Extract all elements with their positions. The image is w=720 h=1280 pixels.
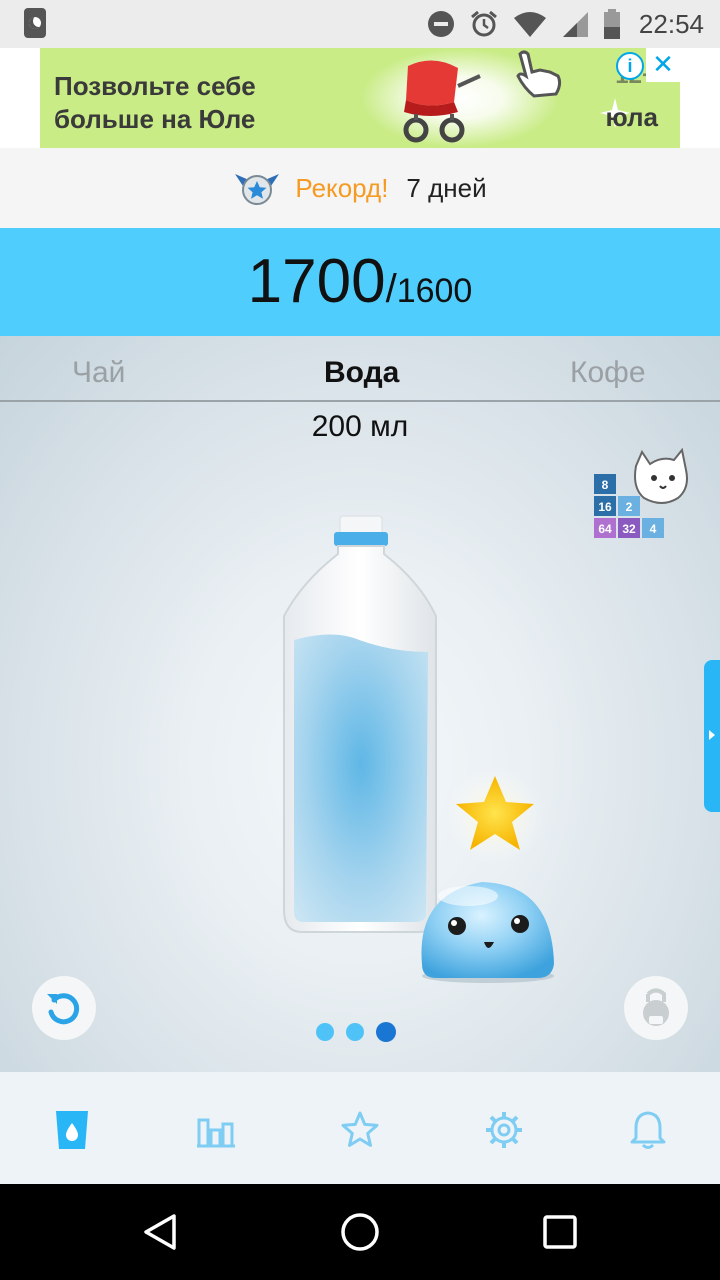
clock: 22:54 — [638, 8, 704, 39]
page-dot[interactable] — [316, 1023, 334, 1041]
bell-icon — [630, 1111, 666, 1149]
ad-line-1: Позвольте себе — [54, 71, 256, 101]
page-dot-active[interactable] — [376, 1022, 396, 1042]
record-days: 7 дней — [406, 172, 487, 203]
status-icons: 22:54 — [427, 0, 704, 48]
intake-counter: 1700 / 1600 — [0, 228, 720, 336]
side-drawer-handle[interactable] — [704, 660, 720, 812]
drink-area: Чай Вода Кофе 200 мл 8 16 2 64 32 4 — [0, 336, 720, 1072]
game-2048-cat-icon[interactable]: 8 16 2 64 32 4 — [592, 448, 688, 544]
cup-icon — [56, 1111, 88, 1149]
undo-icon — [47, 993, 80, 1025]
kettlebell-icon — [643, 988, 669, 1026]
nav-cup-button[interactable] — [50, 1108, 94, 1152]
wifi-icon — [513, 12, 546, 37]
signal-icon — [562, 12, 588, 37]
intake-separator: / — [385, 267, 397, 311]
intake-goal: 1600 — [396, 272, 473, 310]
tile-4: 4 — [650, 522, 657, 536]
tab-coffee[interactable]: Кофе — [570, 356, 646, 390]
bottom-nav — [0, 1072, 720, 1184]
page-indicator — [316, 1022, 396, 1042]
drink-volume: 200 мл — [311, 410, 409, 443]
winged-star-badge-icon — [235, 174, 280, 205]
tile-64: 64 — [598, 522, 612, 536]
record-row: Рекорд! 7 дней — [0, 148, 720, 228]
pointer-hand-icon — [516, 50, 562, 98]
water-drop-mascot-icon — [421, 882, 554, 983]
back-icon — [144, 1214, 176, 1250]
home-button[interactable] — [336, 1208, 384, 1256]
drink-tabs: Чай Вода Кофе — [0, 336, 720, 402]
status-bar: 22:54 — [0, 0, 720, 48]
tile-8: 8 — [602, 478, 609, 492]
tab-water[interactable]: Вода — [324, 356, 399, 390]
ad-brand: юла — [605, 102, 658, 132]
ad-headline: Позвольте себе больше на Юле — [54, 70, 256, 136]
back-button[interactable] — [136, 1208, 184, 1256]
weight-button[interactable] — [624, 976, 688, 1040]
page-dot[interactable] — [346, 1023, 364, 1041]
nav-achievements-button[interactable] — [338, 1108, 382, 1152]
star-icon — [445, 766, 545, 866]
nav-settings-button[interactable] — [482, 1108, 526, 1152]
ad-banner[interactable]: Позвольте себе больше на Юле 12+ юла i ✕ — [40, 48, 680, 148]
system-navigation-bar — [0, 1184, 720, 1280]
star-icon — [341, 1111, 379, 1147]
intake-total: 1700 — [247, 247, 386, 316]
tab-tea[interactable]: Чай — [72, 356, 125, 390]
tile-2: 2 — [626, 500, 633, 514]
tile-32: 32 — [622, 522, 636, 536]
stats-icon — [197, 1118, 235, 1148]
ad-close-button[interactable]: ✕ — [646, 48, 680, 82]
home-icon — [341, 1213, 379, 1251]
battery-icon — [603, 9, 620, 39]
recents-icon — [543, 1215, 577, 1249]
do-not-disturb-icon — [427, 11, 454, 37]
undo-button[interactable] — [32, 976, 96, 1040]
ad-line-2: больше на Юле — [54, 104, 256, 134]
tile-16: 16 — [598, 500, 612, 514]
nav-reminders-button[interactable] — [626, 1108, 670, 1152]
recents-button[interactable] — [536, 1208, 584, 1256]
settings-icon — [486, 1112, 522, 1148]
stroller-icon — [403, 60, 481, 143]
nav-stats-button[interactable] — [194, 1108, 238, 1152]
alarm-icon — [470, 10, 497, 37]
ad-info-button[interactable]: i — [616, 52, 644, 80]
record-label: Рекорд! — [295, 172, 389, 203]
moon-icon — [24, 8, 46, 38]
